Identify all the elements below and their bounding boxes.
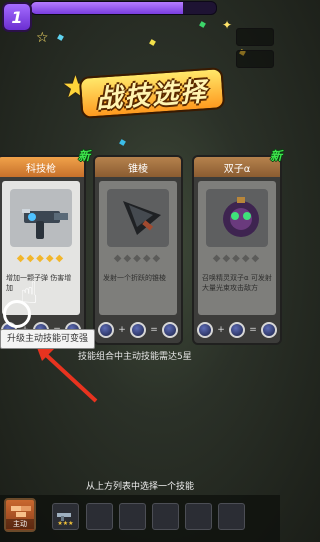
card-description: 发射一个折跃的锥棱 (103, 274, 166, 282)
skill-orb-icon (260, 322, 277, 338)
new-badge: 新 (269, 149, 282, 163)
gun-icon (22, 209, 68, 239)
active-slot-label: 主动 (6, 519, 34, 529)
card-image (206, 189, 268, 247)
equals-sign: = (249, 325, 257, 335)
card-title: 双子α (194, 157, 280, 177)
skill-slot-5[interactable] (185, 503, 212, 530)
selection-prompt: 从上方列表中选择一个技能 (85, 482, 194, 492)
confetti (199, 21, 206, 28)
skill-slot-1[interactable]: ★★★ (52, 503, 79, 530)
star-rating: ◆◆◆◆◆ (212, 253, 262, 264)
plus-sign: + (217, 325, 225, 335)
card-title: 科技枪 (0, 157, 84, 177)
skill-slot-3[interactable] (119, 503, 146, 530)
card-body: ◆◆◆◆◆ 召唤精灵双子α 可发射大量光束攻击敌方 (198, 181, 276, 315)
twin-sprite-icon (223, 197, 259, 237)
xp-progress-bar (30, 1, 217, 15)
combo-row: + = (98, 321, 178, 339)
hud-stat-box (236, 50, 274, 68)
drill-icon (123, 201, 161, 235)
card-image (107, 189, 169, 247)
card-image (10, 189, 72, 247)
star-decoration-icon: ✦ (222, 18, 233, 32)
skill-slot-6[interactable] (218, 503, 245, 530)
plus-sign: + (118, 325, 126, 335)
card-body: ◆◆◆◆◆ 发射一个折跃的锥棱 (99, 181, 177, 315)
skill-orb-icon (129, 322, 146, 338)
star-decoration-icon: ☆ (36, 30, 49, 46)
card-title: 锥棱 (95, 157, 181, 177)
skill-orb-icon (197, 322, 213, 338)
card-body: ◆◆◆◆◆ 增加一颗子弹 伤害增加 (2, 181, 80, 315)
confetti (57, 34, 64, 41)
card-description: 召唤精灵双子α 可发射大量光束攻击敌方 (202, 274, 272, 292)
active-skill-slot[interactable]: 主动 (4, 498, 36, 532)
title-banner: ★ 战技选择 (62, 62, 226, 122)
star-rating: ◆◆◆◆◆ (113, 253, 163, 264)
confetti (119, 139, 126, 146)
skill-slot-2[interactable] (86, 503, 113, 530)
card-description: 增加一颗子弹 伤害增加 (6, 274, 72, 292)
new-badge: 新 (77, 149, 90, 163)
skill-orb-icon (228, 322, 245, 338)
level-badge: 1 (2, 2, 32, 32)
hud-stat-box (236, 28, 274, 46)
equals-sign: = (150, 325, 158, 335)
skill-card-3[interactable]: 双子α 新 ◆◆◆◆◆ 召唤精灵双子α 可发射大量光束攻击敌方 + = (192, 149, 282, 345)
star-rating: ◆◆◆◆◆ (16, 253, 66, 264)
skill-orb-icon (161, 322, 178, 338)
xp-progress-fill (31, 2, 183, 14)
page-title: 战技选择 (78, 67, 226, 119)
slot-star-rating: ★★★ (57, 520, 74, 527)
skill-orb-icon (98, 322, 114, 338)
combo-row: + = (197, 321, 277, 339)
skill-slot-4[interactable] (152, 503, 179, 530)
confetti (149, 39, 156, 46)
tooltip: 升级主动技能可变强 (0, 329, 96, 349)
combo-hint-text: 技能组合中主动技能需达5星 (78, 352, 192, 362)
pointing-hand-icon: ☝ (20, 276, 39, 311)
skill-card-2[interactable]: 锥棱 ◆◆◆◆◆ 发射一个折跃的锥棱 + = (93, 155, 183, 345)
